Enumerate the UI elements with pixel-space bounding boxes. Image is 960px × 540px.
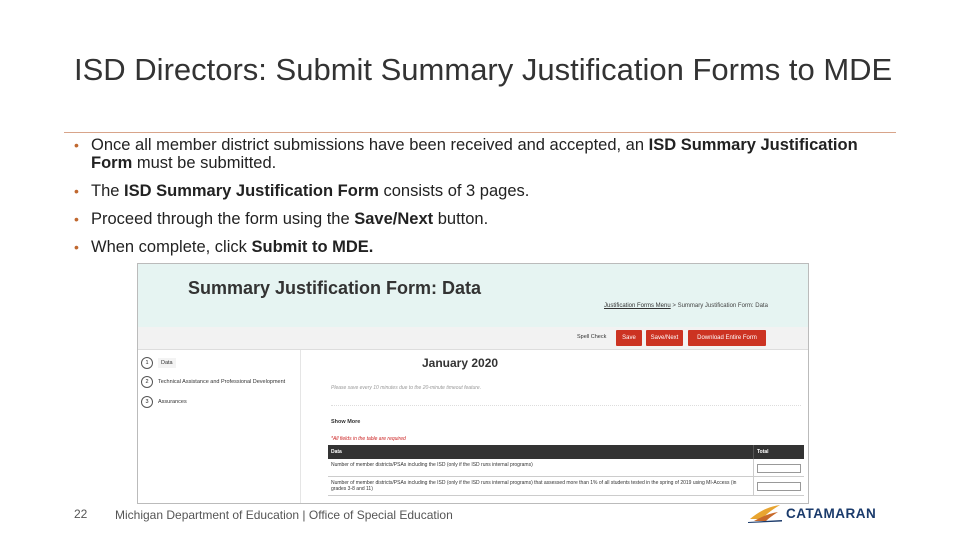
total-input[interactable] <box>757 482 801 491</box>
step-label: Assurances <box>158 399 187 405</box>
bullet-list: Once all member district submissions hav… <box>74 136 894 266</box>
footer-text: Michigan Department of Education | Offic… <box>115 508 453 522</box>
bullet-item: Proceed through the form using the Save/… <box>74 210 894 228</box>
step-number: 1 <box>141 357 153 369</box>
step-label: Technical Assistance and Professional De… <box>158 379 286 385</box>
spell-check-link[interactable]: Spell Check <box>577 334 606 340</box>
step-number: 2 <box>141 376 153 388</box>
table-row: Number of member districts/PSAs includin… <box>328 459 804 477</box>
bullet-item: The ISD Summary Justification Form consi… <box>74 182 894 200</box>
title-divider <box>64 132 896 133</box>
bullet-text: consists of 3 pages. <box>378 182 530 200</box>
bullet-text: button. <box>433 210 489 228</box>
form-header: Summary Justification Form: Data Justifi… <box>138 264 808 327</box>
sail-icon <box>748 505 782 523</box>
form-month: January 2020 <box>422 356 499 370</box>
catamaran-logo: CATAMARAN <box>748 502 876 524</box>
form-title: Summary Justification Form: Data <box>188 278 482 298</box>
step-number: 3 <box>141 396 153 408</box>
bullet-text: must be submitted. <box>132 154 277 172</box>
required-note: *All fields in the table are required <box>331 436 406 442</box>
bullet-text: The <box>91 182 125 200</box>
bullet-item: When complete, click Submit to MDE. <box>74 238 894 256</box>
table-row: Number of member districts/PSAs includin… <box>328 476 804 496</box>
bullet-text: Proceed through the form using the <box>91 210 355 228</box>
step-label: Data <box>158 358 176 368</box>
bullet-bold: Submit to MDE. <box>251 238 374 256</box>
table-header-row: Data Total <box>328 445 804 459</box>
form-steps-sidebar: 1 Data 2 Technical Assistance and Profes… <box>138 350 301 503</box>
data-table: Data Total Number of member districts/PS… <box>328 445 804 496</box>
embedded-form-screenshot: Summary Justification Form: Data Justifi… <box>137 263 809 504</box>
table-cell-label: Number of member districts/PSAs includin… <box>328 476 754 496</box>
bullet-bold: Save/Next <box>354 210 434 228</box>
breadcrumb-current: Summary Justification Form: Data <box>677 303 768 309</box>
table-cell-label: Number of member districts/PSAs includin… <box>328 459 754 477</box>
divider <box>331 405 801 407</box>
slide-title: ISD Directors: Submit Summary Justificat… <box>74 52 893 87</box>
table-header-data: Data <box>328 445 754 459</box>
breadcrumb: Justification Forms Menu > Summary Justi… <box>604 303 768 309</box>
bullet-text: Once all member district submissions hav… <box>91 136 649 154</box>
timeout-note: Please save every 10 minutes due to the … <box>331 385 482 391</box>
bullet-bold: ISD Summary Justification Form <box>124 182 379 200</box>
show-more-link[interactable]: Show More <box>331 419 360 425</box>
logo-text: CATAMARAN <box>786 505 877 521</box>
step-data[interactable]: 1 Data <box>141 355 176 371</box>
save-next-button[interactable]: Save/Next <box>646 330 683 346</box>
total-input[interactable] <box>757 464 801 473</box>
table-cell-total <box>753 459 804 477</box>
bullet-item: Once all member district submissions hav… <box>74 136 894 172</box>
bullet-text: When complete, click <box>91 238 252 256</box>
table-header-total: Total <box>753 445 804 459</box>
table-cell-total <box>753 476 804 496</box>
page-number: 22 <box>74 507 88 521</box>
form-toolbar: Spell Check Save Save/Next Download Enti… <box>138 327 808 350</box>
breadcrumb-link-forms-menu[interactable]: Justification Forms Menu <box>604 303 671 309</box>
step-assurances[interactable]: 3 Assurances <box>141 394 187 410</box>
download-form-button[interactable]: Download Entire Form <box>688 330 766 346</box>
step-technical-assistance[interactable]: 2 Technical Assistance and Professional … <box>141 374 285 390</box>
breadcrumb-separator: > <box>672 303 676 309</box>
save-button[interactable]: Save <box>616 330 642 346</box>
